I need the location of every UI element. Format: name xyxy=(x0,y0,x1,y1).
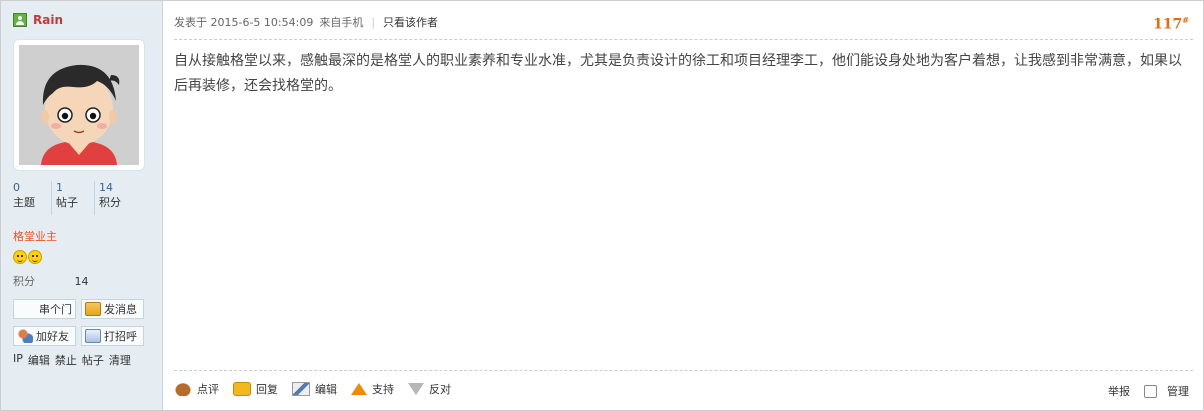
support-arrow-icon xyxy=(351,383,367,395)
stat-value[interactable]: 0 xyxy=(13,181,51,195)
author-sidebar: Rain 0 主题 1 帖子 14 积分 格堂业主 积分 14 串个门 发消息 … xyxy=(1,1,163,410)
poke-button[interactable]: 打招呼 xyxy=(81,326,144,346)
admin-link-ip[interactable]: IP xyxy=(13,352,23,368)
author-name-link[interactable]: Rain xyxy=(33,13,63,27)
cartoon-avatar-icon xyxy=(19,45,139,165)
report-link[interactable]: 举报 xyxy=(1108,383,1130,399)
post-actions: 点评 回复 编辑 支持 反对 xyxy=(174,381,465,397)
meta-divider: | xyxy=(371,15,376,29)
admin-links: IP 编辑 禁止 帖子 清理 xyxy=(13,352,131,368)
user-group-link[interactable]: 格堂业主 xyxy=(13,228,57,244)
floor-number-value: 117 xyxy=(1153,16,1183,33)
avatar-frame[interactable] xyxy=(13,39,145,171)
author-only-link[interactable]: 只看该作者 xyxy=(383,14,438,30)
stat-posts[interactable]: 1 帖子 xyxy=(51,181,94,215)
message-icon xyxy=(85,302,101,316)
support-button[interactable]: 支持 xyxy=(351,381,394,397)
floor-number[interactable]: 117# xyxy=(1153,15,1189,33)
avatar[interactable] xyxy=(19,45,139,165)
oppose-label: 反对 xyxy=(429,383,451,396)
admin-link-ban[interactable]: 禁止 xyxy=(55,352,77,368)
post-timestamp: 发表于 2015-6-5 10:54:09 xyxy=(174,16,314,29)
footer-divider xyxy=(174,370,1193,371)
post-content: 自从接触格堂以来，感触最深的是格堂人的职业素养和专业水准，尤其是负责设计的徐工和… xyxy=(174,53,1182,94)
post-source: 来自手机 xyxy=(319,16,364,29)
stat-value[interactable]: 1 xyxy=(56,181,94,195)
stat-value[interactable]: 14 xyxy=(99,181,137,195)
admin-link-posts[interactable]: 帖子 xyxy=(82,352,104,368)
post-main: 发表于 2015-6-5 10:54:09 来自手机 | 只看该作者 117# … xyxy=(164,1,1203,410)
poke-label: 打招呼 xyxy=(104,330,137,343)
edit-icon xyxy=(292,382,310,396)
edit-label: 编辑 xyxy=(315,383,337,396)
reply-button[interactable]: 回复 xyxy=(233,381,278,397)
manage-checkbox[interactable] xyxy=(1144,384,1157,398)
admin-link-clean[interactable]: 清理 xyxy=(109,352,131,368)
user-rank-stars xyxy=(13,250,42,264)
edit-button[interactable]: 编辑 xyxy=(292,381,337,397)
author-stats: 0 主题 1 帖子 14 积分 xyxy=(13,181,137,215)
credits-label: 积分 xyxy=(13,275,35,288)
oppose-button[interactable]: 反对 xyxy=(408,381,451,397)
oppose-arrow-icon xyxy=(408,383,424,395)
smiley-icon xyxy=(28,250,42,264)
add-friend-icon xyxy=(17,329,33,343)
floor-suffix: # xyxy=(1182,15,1189,25)
stat-label: 主题 xyxy=(13,196,35,209)
credits-value: 14 xyxy=(74,275,89,288)
support-label: 支持 xyxy=(372,383,394,396)
credits-row: 积分 14 xyxy=(13,273,89,289)
send-message-button[interactable]: 发消息 xyxy=(81,299,144,319)
add-friend-button[interactable]: 加好友 xyxy=(13,326,76,346)
smiley-icon xyxy=(13,250,27,264)
stat-label: 积分 xyxy=(99,196,121,209)
visit-button-label: 串个门 xyxy=(39,303,72,316)
rate-label: 点评 xyxy=(197,383,219,396)
manage-label: 管理 xyxy=(1167,385,1189,398)
send-message-label: 发消息 xyxy=(104,303,137,316)
stat-threads[interactable]: 0 主题 xyxy=(13,181,51,215)
post-admin-actions: 举报 管理 xyxy=(1108,383,1189,399)
rate-icon xyxy=(174,382,192,396)
reply-icon xyxy=(233,382,251,396)
post-meta: 发表于 2015-6-5 10:54:09 来自手机 | 只看该作者 xyxy=(174,14,438,30)
header-divider xyxy=(174,39,1193,40)
admin-link-edit[interactable]: 编辑 xyxy=(28,352,50,368)
visit-button[interactable]: 串个门 xyxy=(13,299,76,319)
add-friend-label: 加好友 xyxy=(36,330,69,343)
reply-label: 回复 xyxy=(256,383,278,396)
stat-label: 帖子 xyxy=(56,196,78,209)
poke-icon xyxy=(85,329,101,343)
stat-credits[interactable]: 14 积分 xyxy=(94,181,137,215)
forum-post: Rain 0 主题 1 帖子 14 积分 格堂业主 积分 14 串个门 发消息 … xyxy=(0,0,1204,411)
online-user-icon xyxy=(13,13,27,27)
author-header: Rain xyxy=(13,12,63,28)
rate-button[interactable]: 点评 xyxy=(174,381,219,397)
